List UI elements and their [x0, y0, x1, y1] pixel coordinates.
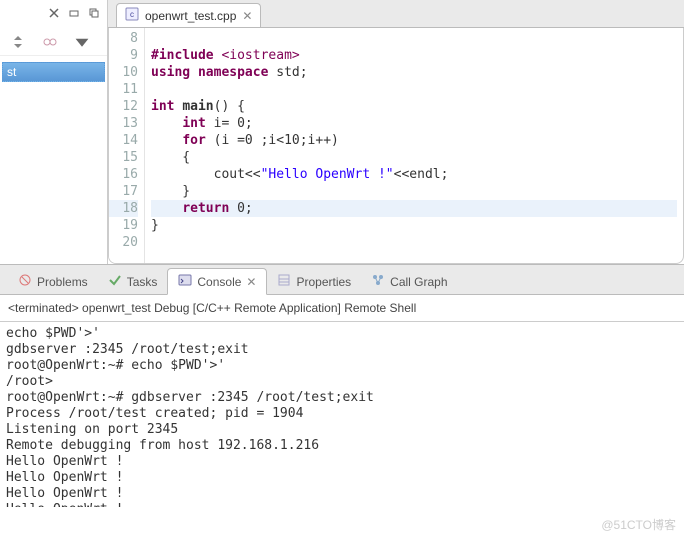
line-number: 16 [109, 166, 138, 183]
bottom-panel: Problems Tasks Console ✕ Properties Call… [0, 264, 684, 507]
line-number: 9 [109, 47, 138, 64]
maximize-icon[interactable] [89, 7, 99, 21]
line-number: 12 [109, 98, 138, 115]
console-status: <terminated> openwrt_test Debug [C/C++ R… [0, 295, 684, 321]
editor-tab-filename: openwrt_test.cpp [145, 9, 236, 23]
tab-tasks[interactable]: Tasks [98, 269, 168, 294]
code-line[interactable]: for (i =0 ;i<10;i++) [151, 132, 677, 149]
line-number: 19 [109, 217, 138, 234]
code-line[interactable] [151, 234, 677, 251]
tab-label: Console [197, 275, 241, 289]
line-number: 8 [109, 30, 138, 47]
line-number: 17 [109, 183, 138, 200]
code-line[interactable]: } [151, 183, 677, 200]
line-number: 14 [109, 132, 138, 149]
code-line[interactable] [151, 81, 677, 98]
console-icon [178, 273, 192, 290]
close-icon[interactable]: ✕ [242, 9, 252, 23]
code-line[interactable]: int i= 0; [151, 115, 677, 132]
problems-icon [18, 273, 32, 290]
line-number: 18 [109, 200, 138, 217]
editor-tabbar: c openwrt_test.cpp ✕ [108, 0, 684, 28]
line-number: 13 [109, 115, 138, 132]
cpp-file-icon: c [125, 7, 139, 24]
line-number: 10 [109, 64, 138, 81]
bottom-tabbar: Problems Tasks Console ✕ Properties Call… [0, 265, 684, 295]
menu-dropdown-icon[interactable] [74, 34, 90, 50]
close-icon[interactable] [49, 7, 59, 21]
tab-problems[interactable]: Problems [8, 269, 98, 294]
tab-console[interactable]: Console ✕ [167, 268, 267, 295]
close-icon[interactable]: ✕ [246, 275, 256, 289]
project-tree-item-label: st [7, 65, 16, 79]
line-number: 11 [109, 81, 138, 98]
code-line[interactable]: } [151, 217, 677, 234]
side-panel: st [0, 0, 108, 264]
code-line[interactable]: { [151, 149, 677, 166]
code-line[interactable]: cout<<"Hello OpenWrt !"<<endl; [151, 166, 677, 183]
watermark: @51CTO博客 [601, 516, 676, 533]
tab-properties[interactable]: Properties [267, 269, 361, 294]
svg-text:c: c [130, 10, 134, 19]
editor-panel: c openwrt_test.cpp ✕ 8910111213141516171… [108, 0, 684, 264]
tab-label: Tasks [127, 275, 158, 289]
minimize-icon[interactable] [69, 7, 79, 21]
callgraph-icon [371, 273, 385, 290]
code-line[interactable]: int main() { [151, 98, 677, 115]
collapse-icon[interactable] [10, 34, 26, 50]
tab-label: Problems [37, 275, 88, 289]
tab-callgraph[interactable]: Call Graph [361, 269, 457, 294]
editor-tab[interactable]: c openwrt_test.cpp ✕ [116, 3, 261, 27]
project-tree-item[interactable]: st [2, 62, 105, 82]
tab-label: Properties [296, 275, 351, 289]
properties-icon [277, 273, 291, 290]
tasks-icon [108, 273, 122, 290]
code-editor[interactable]: 891011121314151617181920 #include <iostr… [108, 28, 684, 264]
tab-label: Call Graph [390, 275, 447, 289]
line-number: 15 [109, 149, 138, 166]
code-line[interactable] [151, 30, 677, 47]
code-line[interactable]: #include <iostream> [151, 47, 677, 64]
console-output[interactable]: echo $PWD'>' gdbserver :2345 /root/test;… [0, 321, 684, 507]
line-number: 20 [109, 234, 138, 251]
code-line[interactable]: return 0; [151, 200, 677, 217]
link-editor-icon[interactable] [42, 34, 58, 50]
code-line[interactable]: using namespace std; [151, 64, 677, 81]
